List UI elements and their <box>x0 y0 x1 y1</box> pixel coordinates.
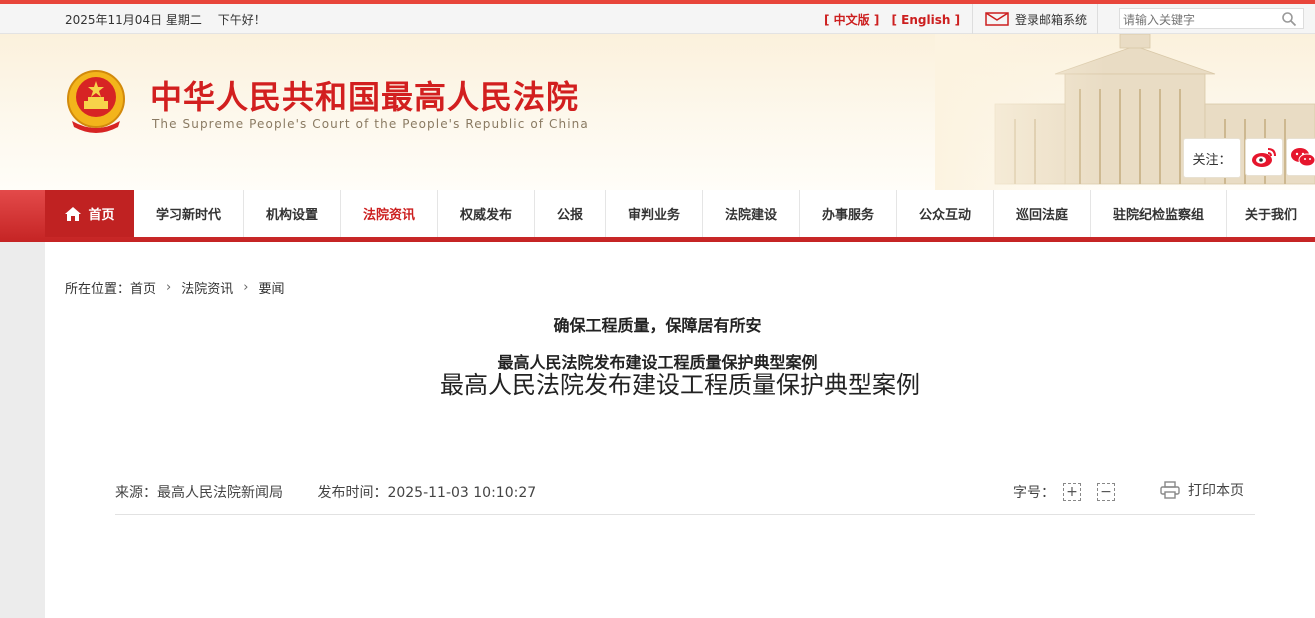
top-bar: 2025年11月04日 星期二 下午好！ [ 中文版 ] [ English ]… <box>0 0 1315 34</box>
nav-home[interactable]: 首页 <box>45 190 134 237</box>
chevron-right-icon: › <box>166 280 172 295</box>
header-banner: 中华人民共和国最高人民法院 The Supreme People's Court… <box>0 34 1315 190</box>
article-source: 来源：最高人民法院新闻局 <box>115 485 283 501</box>
article-panel: 所在位置： 首页 › 法院资讯 › 要闻 最高人民法院发布建设工程质量保护典型案… <box>45 242 1315 618</box>
nav-item-releases[interactable]: 权威发布 <box>438 190 535 237</box>
nav-item-institutions[interactable]: 机构设置 <box>244 190 341 237</box>
breadcrumb: 所在位置： 首页 › 法院资讯 › 要闻 <box>65 278 284 297</box>
weibo-icon <box>1252 148 1276 167</box>
lang-english-link[interactable]: [ English ] <box>892 13 961 27</box>
print-button[interactable]: 打印本页 <box>1160 480 1244 500</box>
print-label: 打印本页 <box>1188 483 1244 499</box>
nav-item-study[interactable]: 学习新时代 <box>134 190 244 237</box>
search-box <box>1119 8 1304 31</box>
nav-item-gazette[interactable]: 公报 <box>535 190 606 237</box>
home-icon <box>65 206 82 221</box>
font-increase-button[interactable]: + <box>1063 483 1081 501</box>
nav-items: 学习新时代 机构设置 法院资讯 权威发布 公报 审判业务 法院建设 办事服务 公… <box>134 190 1315 237</box>
nav-item-interaction[interactable]: 公众互动 <box>897 190 994 237</box>
main-navigation: 首页 学习新时代 机构设置 法院资讯 权威发布 公报 审判业务 法院建设 办事服… <box>0 190 1315 242</box>
font-size-label: 字号： <box>1013 485 1055 501</box>
chevron-right-icon: › <box>243 280 249 295</box>
breadcrumb-prefix: 所在位置： <box>65 282 131 297</box>
weibo-button[interactable] <box>1245 138 1283 176</box>
mail-login-label: 登录邮箱系统 <box>1015 12 1088 27</box>
language-switch: [ 中文版 ] [ English ] <box>824 11 968 28</box>
nav-item-services[interactable]: 办事服务 <box>800 190 897 237</box>
search-input[interactable] <box>1120 10 1273 30</box>
article-subheading-2: 最高人民法院发布建设工程质量保护典型案例 <box>497 353 818 372</box>
nav-item-circuit-courts[interactable]: 巡回法庭 <box>994 190 1091 237</box>
site-subtitle: The Supreme People's Court of the People… <box>152 117 589 131</box>
breadcrumb-headlines[interactable]: 要闻 <box>258 278 284 297</box>
breadcrumb-court-news[interactable]: 法院资讯 <box>181 278 233 297</box>
nav-home-label: 首页 <box>88 208 115 223</box>
article-publish-time: 发布时间：2025-11-03 10:10:27 <box>317 485 537 501</box>
greeting: 下午好！ <box>217 13 266 27</box>
site-title: 中华人民共和国最高人民法院 <box>150 78 580 116</box>
nav-item-discipline[interactable]: 驻院纪检监察组 <box>1091 190 1227 237</box>
current-date: 2025年11月04日 星期二 <box>65 13 202 27</box>
article-subheading-1: 确保工程质量，保障居有所安 <box>553 316 762 335</box>
search-icon[interactable] <box>1281 11 1297 31</box>
nav-item-trials[interactable]: 审判业务 <box>606 190 703 237</box>
breadcrumb-home[interactable]: 首页 <box>130 278 156 297</box>
nav-item-court-building[interactable]: 法院建设 <box>703 190 800 237</box>
wechat-button[interactable] <box>1286 138 1315 176</box>
article-meta: 来源：最高人民法院新闻局 发布时间：2025-11-03 10:10:27 <box>115 482 536 502</box>
font-decrease-button[interactable]: − <box>1097 483 1115 501</box>
date-greeting: 2025年11月04日 星期二 下午好！ <box>65 11 266 28</box>
nav-item-about[interactable]: 关于我们 <box>1227 190 1315 237</box>
national-emblem <box>64 69 128 139</box>
follow-label: 关注： <box>1183 138 1241 178</box>
nav-item-court-news[interactable]: 法院资讯 <box>341 190 438 237</box>
mail-icon <box>985 12 1009 26</box>
mail-login-link[interactable]: 登录邮箱系统 <box>972 4 1098 34</box>
printer-icon <box>1160 481 1180 499</box>
lang-chinese-link[interactable]: [ 中文版 ] <box>824 13 879 27</box>
wechat-icon <box>1291 148 1315 167</box>
font-size-tools: 字号： + − <box>1013 482 1115 502</box>
meta-divider <box>115 514 1255 515</box>
